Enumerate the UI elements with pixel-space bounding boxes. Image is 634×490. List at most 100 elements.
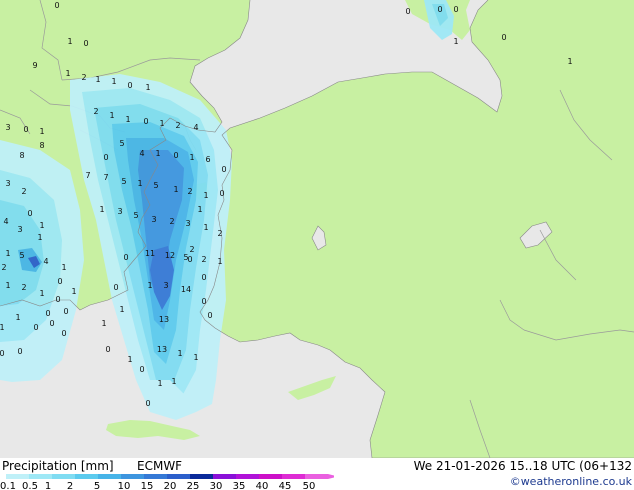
precip-value-label: 1 [145,83,150,92]
precip-value-label: 1 [157,379,162,388]
precip-value-label: 0 [437,5,442,14]
precip-value-label: 4 [3,217,8,226]
precip-value-label: 1 [0,323,5,332]
precip-value-label: 0 [54,1,59,10]
legend-label: 5 [94,481,100,490]
precip-value-label: 2 [21,283,26,292]
precip-value-label: 3 [117,207,122,216]
precip-value-label: 0 [501,33,506,42]
legend-swatch [167,474,190,479]
precip-value-label: 1 [5,249,10,258]
legend-label: 50 [303,481,316,490]
forecast-map-view: 0109121101211012441016057751512113532388… [0,0,634,490]
precip-value-label: 8 [19,151,24,160]
precip-value-label: 4 [43,257,48,266]
legend-swatch [98,474,121,479]
precip-value-label: 1 [159,119,164,128]
credit-link[interactable]: ©weatheronline.co.uk [510,475,632,489]
precip-value-label: 5 [133,211,138,220]
precip-value-label: 2 [217,229,222,238]
precip-value-label: 2 [175,121,180,130]
precip-value-label: 0 [201,297,206,306]
legend-label: 15 [141,481,154,490]
legend-label: 25 [187,481,200,490]
precip-value-label: 2 [81,73,86,82]
precip-value-label: 0 [127,81,132,90]
legend-label: 1 [45,481,51,490]
precip-value-label: 1 [197,205,202,214]
precip-value-label: 1 [37,233,42,242]
legend-label: 35 [233,481,246,490]
precip-value-label: 5 [19,251,24,260]
precip-value-label: 0 [17,347,22,356]
legend-swatch [29,474,52,479]
precipitation-map: 01 091 2 1 1 0 12 1 1 0 1 2 44 1 0 1 6057 7 5 1 5 1 2 11 3 5 3 2 388… [0,0,634,458]
precip-value-label: 14 [181,285,191,294]
precip-value-label: 1 [137,179,142,188]
precip-value-label: 1 [39,127,44,136]
precip-value-label: 0 [57,277,62,286]
precip-value-label: 7 [103,173,108,182]
legend-label: 2 [67,481,73,490]
precip-value-label: 0 [27,209,32,218]
precip-value-label: 1 [217,257,222,266]
precip-value-label: 0 [49,319,54,328]
precip-value-label: 1 [203,191,208,200]
legend-swatch [6,474,29,479]
legend-swatch [190,474,213,479]
legend-swatch [213,474,236,479]
precip-value-label: 7 [85,171,90,180]
precip-value-label: 1 [567,57,572,66]
precip-value-label: 0 [23,125,28,134]
precip-value-label: 1 [95,75,100,84]
precip-value-label: 1 [177,349,182,358]
legend-swatch [305,474,328,479]
legend-swatch [52,474,75,479]
precip-value-label: 0 [219,189,224,198]
precip-value-label: 0 [45,309,50,318]
precip-value-label: 1 [453,37,458,46]
precip-value-label: 13 [157,345,167,354]
precip-value-label: 1 [109,111,114,120]
legend-swatch [144,474,167,479]
legend-swatch [121,474,144,479]
precip-value-label: 0 [453,5,458,14]
precip-value-label: 1 [189,153,194,162]
precip-value-label: 12 [165,251,175,260]
precip-value-label: 1 [101,319,106,328]
precipitation-legend: 0.1 0.5 1 2 5 10 15 20 25 30 35 40 45 50 [0,474,334,490]
precip-value-label: 0 [61,329,66,338]
precip-value-label: 0 [405,7,410,16]
legend-label: 0.5 [22,481,38,490]
precip-value-label: 0 [103,153,108,162]
precip-value-label: 1 [155,149,160,158]
precip-value-label: 0 [63,307,68,316]
precip-value-label: 1 [67,37,72,46]
precip-value-label: 1 [39,221,44,230]
precip-value-label: 1 [119,305,124,314]
precip-value-label: 1 [173,185,178,194]
map-footer: Precipitation [mm] ECMWF We 21-01-2026 1… [0,458,634,490]
model-name: ECMWF [137,459,183,473]
precip-value-label: 3 [5,179,10,188]
precip-value-label: 1 [39,289,44,298]
valid-time: We 21-01-2026 15..18 UTC (06+132 [413,459,632,473]
precip-value-label: 4 [193,123,198,132]
legend-label: 10 [118,481,131,490]
legend-swatch [236,474,259,479]
precip-value-label: 5 [153,181,158,190]
legend-swatch [75,474,98,479]
precip-value-label: 1 [125,115,130,124]
precip-value-label: 1 [203,223,208,232]
precip-value-label: 9 [32,61,37,70]
precip-value-label: 1 [65,69,70,78]
precip-value-label: 0 [123,253,128,262]
precip-value-label: 1 [111,77,116,86]
precip-value-label: 1 [193,353,198,362]
precip-value-label: 0 [83,39,88,48]
precip-value-label: 0 [187,255,192,264]
precip-value-label: 3 [163,281,168,290]
precip-value-label: 1 [127,355,132,364]
precip-value-label: 1 [99,205,104,214]
precip-value-label: 1 [61,263,66,272]
